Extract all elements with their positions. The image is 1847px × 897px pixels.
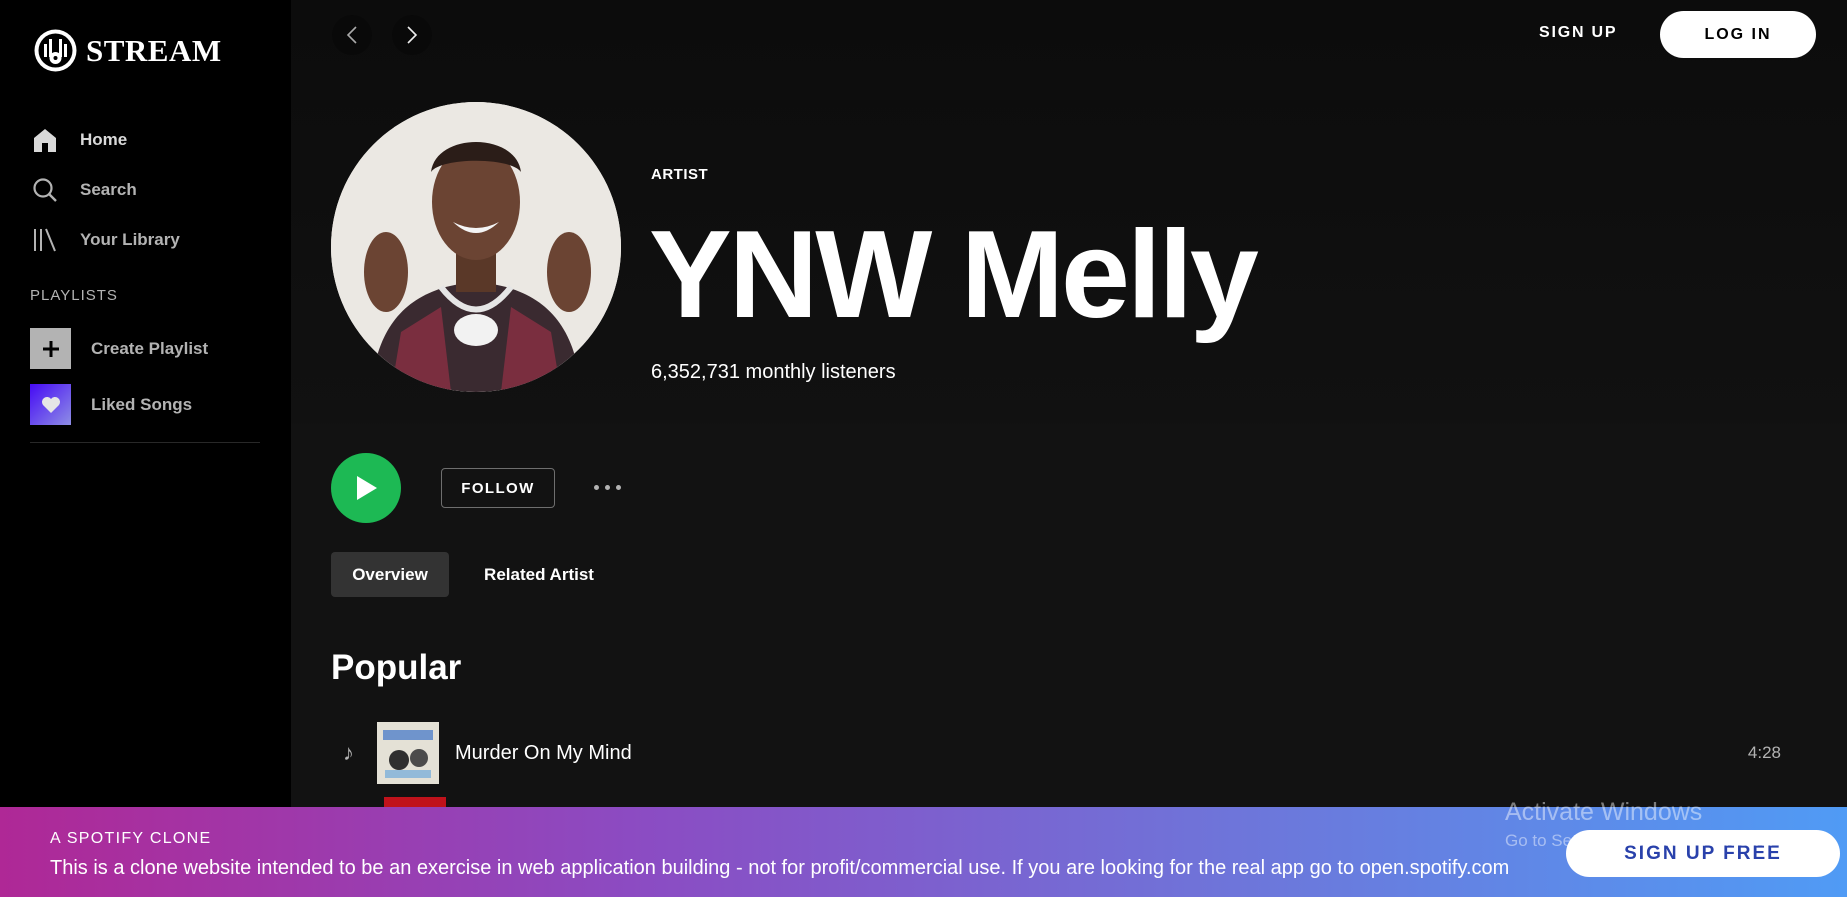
banner-heading: A SPOTIFY CLONE: [50, 830, 212, 847]
back-button[interactable]: [332, 15, 372, 55]
main-content: SIGN UP LOG IN ARTIST YNW Melly 6,352,73…: [291, 0, 1847, 897]
artist-photo: [331, 102, 621, 392]
home-icon: [30, 125, 60, 155]
brand-logo[interactable]: STREAM: [33, 28, 222, 73]
sidebar: STREAM Home Search Your Library PLAYLIST…: [0, 0, 291, 897]
artist-name: YNW Melly: [649, 206, 1259, 344]
liked-songs-button[interactable]: Liked Songs: [30, 384, 192, 425]
sidebar-item-home[interactable]: Home: [30, 115, 180, 165]
chevron-right-icon: [407, 26, 418, 44]
track-duration: 4:28: [1747, 743, 1781, 762]
sidebar-nav: Home Search Your Library: [30, 115, 180, 265]
search-icon: [30, 175, 60, 205]
play-button[interactable]: [331, 453, 401, 523]
sign-up-free-button[interactable]: SIGN UP FREE: [1566, 830, 1840, 877]
sign-up-link[interactable]: SIGN UP: [1539, 24, 1617, 42]
popular-heading: Popular: [331, 648, 462, 687]
banner-text: This is a clone website intended to be a…: [50, 857, 1510, 879]
tab-related-artist[interactable]: Related Artist: [469, 552, 609, 597]
ellipsis-icon: [593, 484, 599, 490]
play-icon: [357, 476, 377, 500]
vinyl-logo-icon: [34, 29, 77, 72]
track-title: Murder On My Mind: [455, 741, 632, 764]
artist-type-label: ARTIST: [651, 166, 709, 183]
forward-button[interactable]: [392, 15, 432, 55]
more-options-button[interactable]: [587, 474, 627, 500]
sidebar-item-label: Your Library: [80, 230, 180, 249]
brand-name: STREAM: [86, 32, 222, 68]
track-cover: [377, 722, 439, 784]
create-playlist-button[interactable]: Create Playlist: [30, 328, 208, 369]
track-cover: [384, 797, 446, 807]
music-note-icon: ♪: [343, 740, 354, 765]
tab-overview[interactable]: Overview: [331, 552, 449, 597]
follow-button[interactable]: FOLLOW: [441, 468, 555, 508]
log-in-button[interactable]: LOG IN: [1660, 11, 1816, 58]
sidebar-item-label: Search: [80, 180, 137, 199]
heart-icon: [30, 384, 71, 425]
sidebar-item-search[interactable]: Search: [30, 165, 180, 215]
preview-banner: A SPOTIFY CLONE This is a clone website …: [0, 807, 1847, 897]
sidebar-divider: [30, 442, 260, 443]
app-root: STREAM Home Search Your Library PLAYLIST…: [0, 0, 1847, 897]
create-playlist-label: Create Playlist: [91, 338, 209, 358]
sidebar-item-label: Home: [80, 130, 128, 149]
liked-songs-label: Liked Songs: [91, 394, 193, 414]
chevron-left-icon: [346, 26, 357, 44]
playlists-heading: PLAYLISTS: [30, 287, 118, 304]
track-row[interactable]: ♪ Murder On My Mind 4:28: [331, 720, 1791, 786]
monthly-listeners: 6,352,731 monthly listeners: [651, 361, 896, 383]
library-icon: [30, 225, 60, 255]
plus-icon: [30, 328, 71, 369]
sidebar-item-library[interactable]: Your Library: [30, 215, 180, 265]
